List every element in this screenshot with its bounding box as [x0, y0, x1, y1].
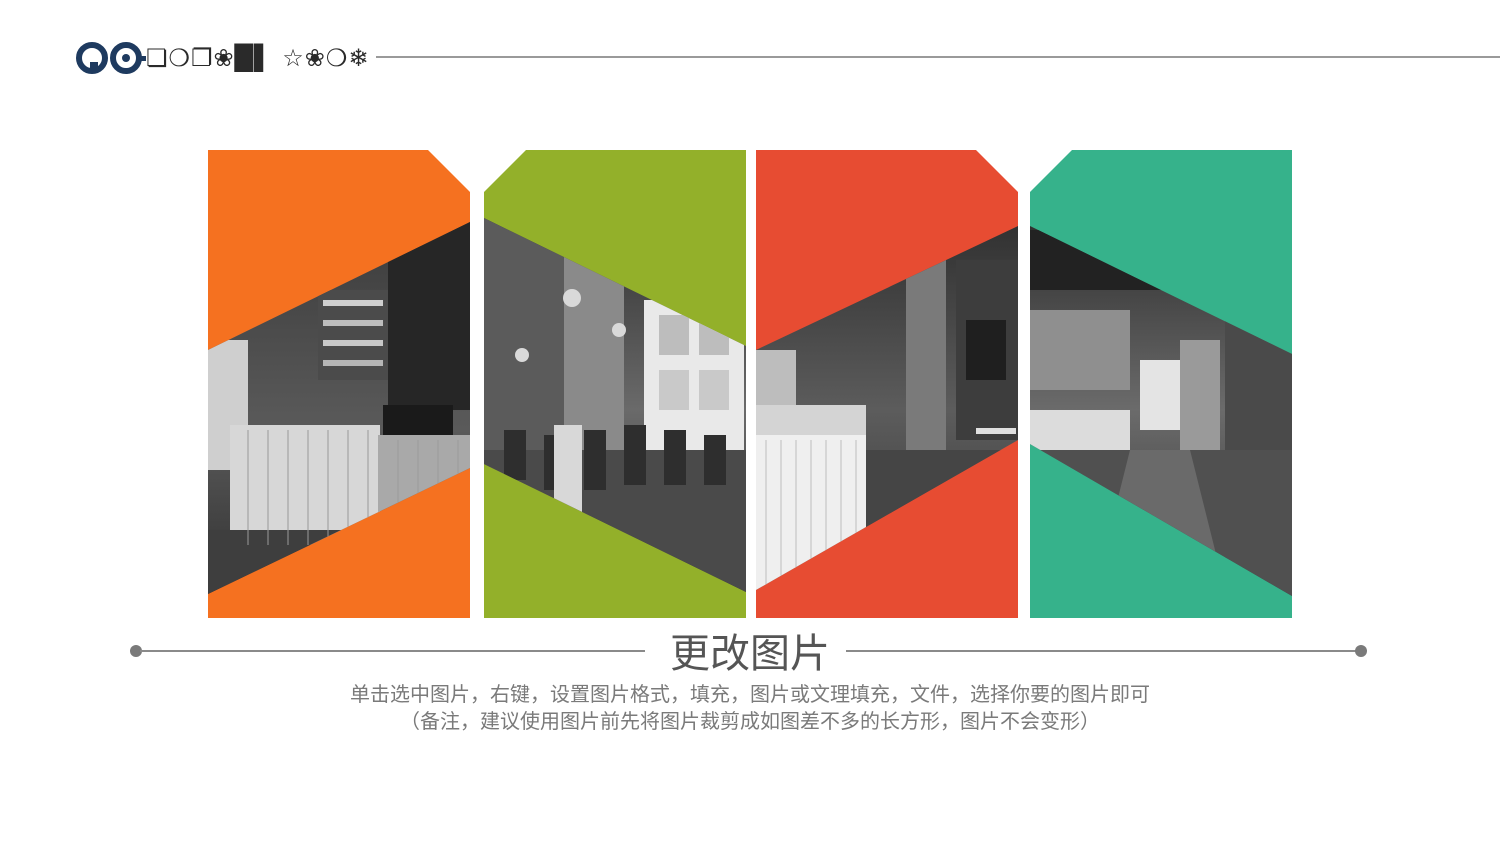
- photo-panel-4-graphic: [1030, 150, 1292, 618]
- caption-title: 更改图片: [670, 631, 830, 677]
- caption-left-rule: [140, 650, 645, 652]
- caption-right-dot: [1355, 645, 1367, 657]
- caption-note: （备注，建议使用图片前先将图片裁剪成如图差不多的长方形，图片不会变形）: [400, 709, 1100, 733]
- caption-right-rule: [846, 650, 1358, 652]
- photo-panel-2[interactable]: [484, 150, 748, 618]
- photo-panel-3-graphic: [756, 150, 1018, 618]
- photo-panel-1-graphic: [208, 150, 470, 618]
- photo-panel-4[interactable]: [1030, 150, 1294, 618]
- photo-panel-1[interactable]: [208, 150, 472, 618]
- photo-panel-2-graphic: [484, 150, 746, 618]
- photo-panel-3[interactable]: [756, 150, 1020, 618]
- caption-instruction: 单击选中图片，右键，设置图片格式，填充，图片或文理填充，文件，选择你要的图片即可: [350, 682, 1150, 706]
